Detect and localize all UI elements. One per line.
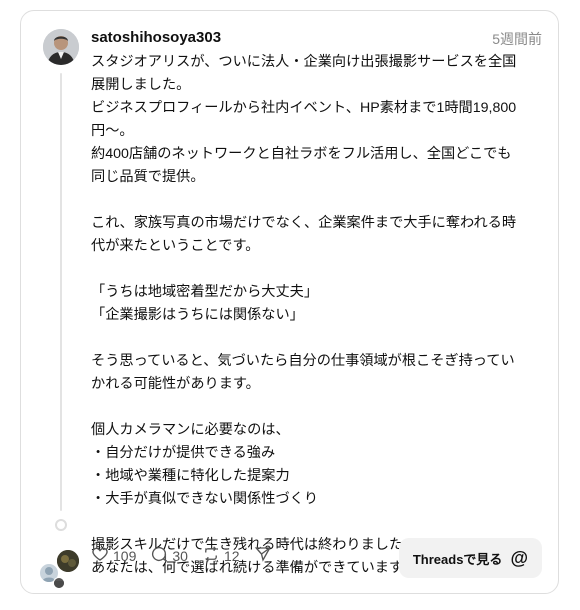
reply-count: 30 [172,547,188,564]
post-text: スタジオアリスが、ついに法人・企業向け出張撮影サービスを全国 展開しました。ビジネ… [91,51,549,580]
action-bar: 109 30 12 [91,545,290,566]
threads-logo-icon: @ [510,548,528,568]
thread-line [60,73,62,511]
post-text-line: かれる可能性があります。 [91,376,260,392]
post-text-line: 「うちは地域密着型だから大丈夫」 [91,284,319,300]
post-text-line: 約400店舗のネットワークと自社ラボをフル活用し、全国どこでも [91,146,512,162]
repost-button[interactable]: 12 [202,545,240,566]
send-icon [254,545,276,566]
username[interactable]: satoshihosoya303 [91,29,221,46]
post-text-line: ・大手が真似できない関係性づくり [91,491,319,507]
threads-post-card: satoshihosoya303 5週間前 スタジオアリスが、ついに法人・企業向… [20,10,559,594]
replier-avatars[interactable] [39,549,81,589]
post-text-line: ・自分だけが提供できる強み [91,445,276,461]
repost-icon [202,545,224,566]
repost-count: 12 [223,547,240,564]
like-count: 109 [113,547,137,564]
view-on-threads-label: Threadsで見る [412,551,503,567]
view-on-threads-button[interactable]: Threadsで見る @ [398,538,542,578]
post-text-line: ビジネスプロフィールから社内イベント、HP素材まで1時間19,800 [91,100,517,116]
post-text-line: 代が来たということです。 [91,238,260,254]
avatar[interactable] [43,29,79,65]
comment-icon [150,545,172,566]
post-text-line: 円〜。 [91,123,134,139]
post-text-line: スタジオアリスが、ついに法人・企業向け出張撮影サービスを全国 [91,54,517,70]
post-text-line: 個人カメラマンに必要なのは、 [91,422,290,438]
post-text-line: ・地域や業種に特化した提案力 [91,468,290,484]
replier-avatar [56,549,80,573]
post-text-line: 「企業撮影はうちには関係ない」 [91,307,304,323]
like-button[interactable]: 109 [91,545,136,566]
thread-end-dot [55,519,67,531]
post-text-line: 展開しました。 [91,77,191,93]
timestamp: 5週間前 [492,31,542,47]
post-text-line: これ、家族写真の市場だけでなく、企業案件まで大手に奪われる時 [91,215,517,231]
share-button[interactable] [254,545,276,566]
heart-icon [91,545,113,566]
reply-button[interactable]: 30 [150,545,188,566]
post-text-line: 同じ品質で提供。 [91,169,205,185]
post-text-line: そう思っていると、気づいたら自分の仕事領域が根こそぎ持ってい [91,353,515,369]
replier-avatar [53,577,65,589]
